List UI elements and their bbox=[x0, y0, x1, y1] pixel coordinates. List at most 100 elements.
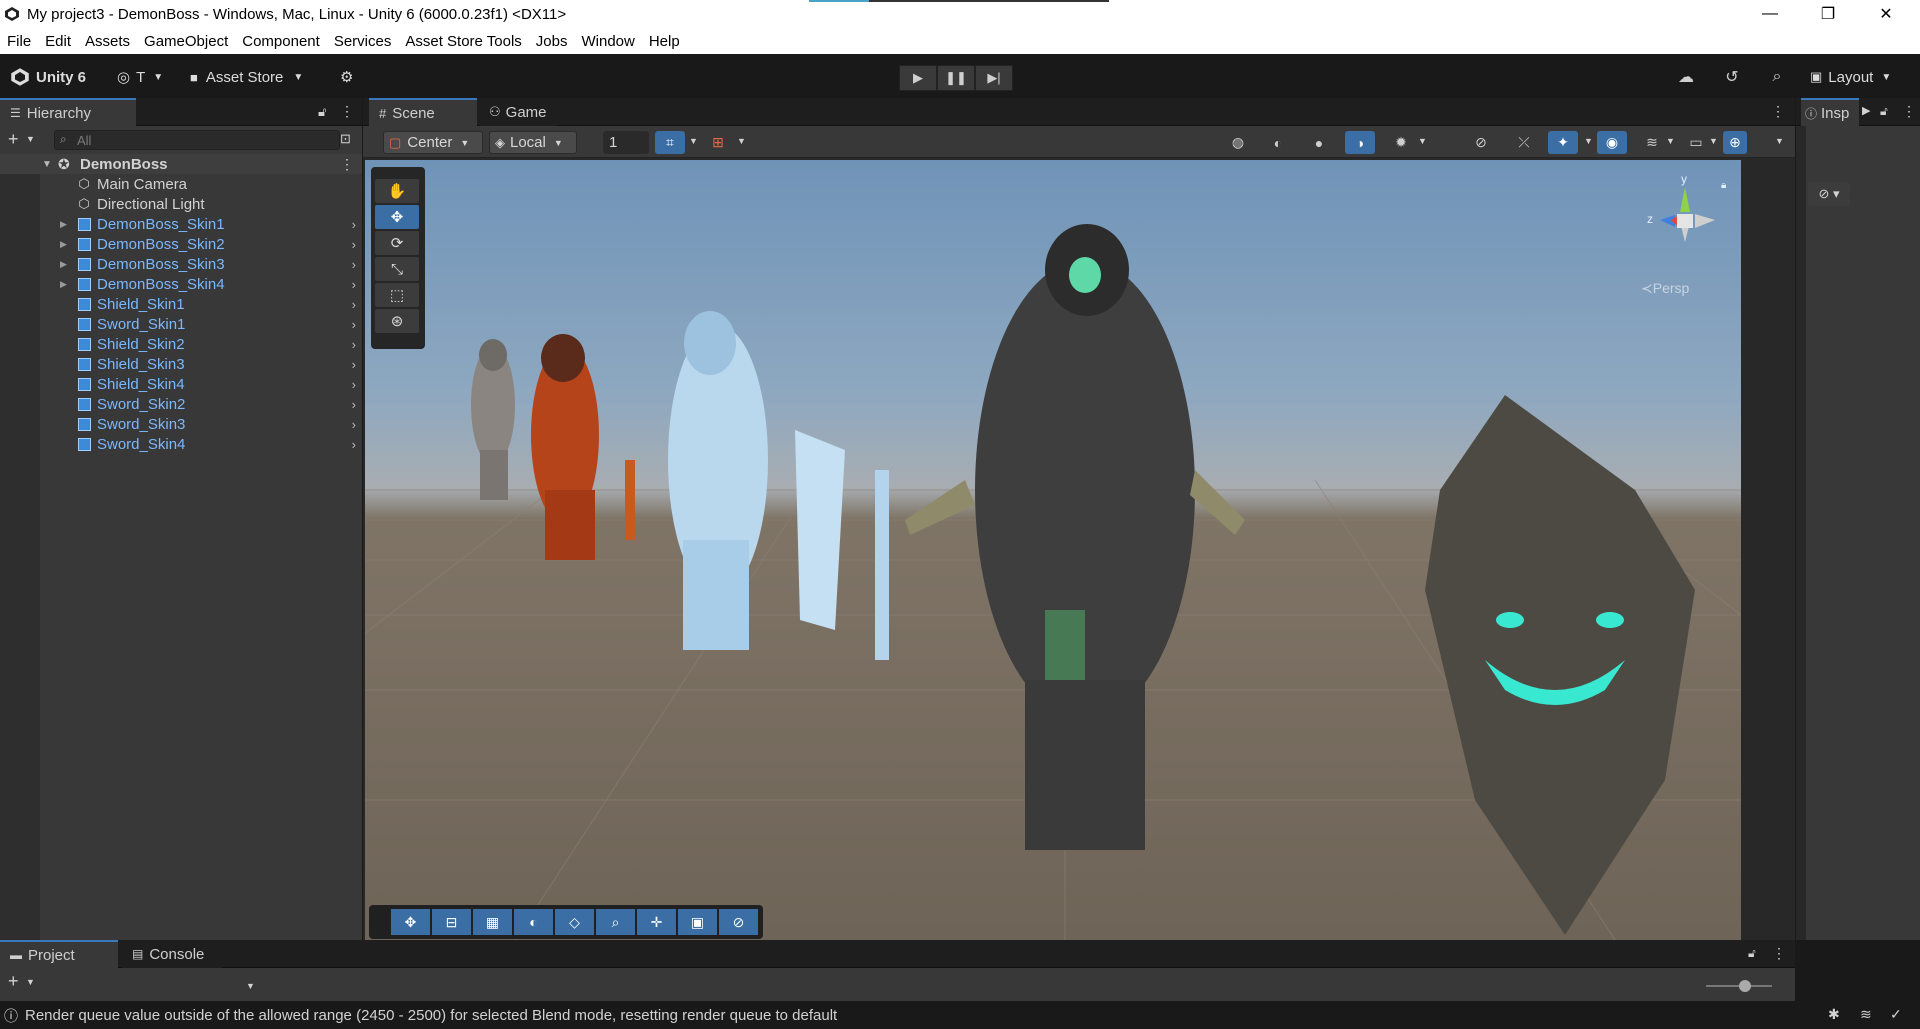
chevron-down-icon[interactable]: ▼ bbox=[1584, 136, 1593, 146]
shaded-icon[interactable]: ● bbox=[1304, 131, 1334, 154]
tab-scene[interactable]: # Scene bbox=[369, 98, 477, 126]
menu-window[interactable]: Window bbox=[581, 33, 634, 50]
lighting-toggle-icon[interactable]: ⤫ bbox=[1509, 131, 1539, 154]
surface-snap-icon[interactable]: ◇ bbox=[555, 909, 594, 935]
menu-services[interactable]: Services bbox=[334, 33, 392, 50]
chevron-right-icon[interactable]: › bbox=[352, 437, 356, 452]
rect-tool-icon[interactable]: ⬚ bbox=[375, 283, 419, 307]
unity-version-button[interactable]: Unity 6 bbox=[10, 66, 86, 88]
hierarchy-row[interactable]: Sword_Skin3 › bbox=[0, 414, 362, 434]
2d-toggle-icon[interactable]: ⊘ bbox=[1466, 131, 1496, 154]
hierarchy-row[interactable]: ▶ DemonBoss_Skin4 › bbox=[0, 274, 362, 294]
expand-arrow-icon[interactable]: ▶ bbox=[60, 239, 67, 250]
play-arrow-icon[interactable]: ▶ bbox=[1862, 104, 1870, 117]
kebab-menu-icon[interactable]: ⋮ bbox=[1902, 103, 1916, 120]
chevron-down-icon[interactable]: ▼ bbox=[1418, 136, 1427, 146]
tab-hierarchy[interactable]: ☰ Hierarchy bbox=[0, 98, 136, 126]
layers-icon[interactable]: ≋ bbox=[1637, 131, 1667, 154]
orientation-gizmo[interactable]: y z 🔒︎ bbox=[1635, 172, 1735, 282]
status-message[interactable]: Render queue value outside of the allowe… bbox=[25, 1007, 837, 1024]
hierarchy-row[interactable]: Shield_Skin3 › bbox=[0, 354, 362, 374]
hand-tool-icon[interactable]: ✋ bbox=[375, 179, 419, 203]
warning-icon[interactable]: ⓘ bbox=[4, 1006, 18, 1026]
expand-arrow-icon[interactable]: ▶ bbox=[60, 279, 67, 290]
projection-toggle[interactable]: ≺Persp bbox=[1641, 280, 1689, 297]
menu-file[interactable]: File bbox=[7, 33, 31, 50]
layers-icon[interactable]: ≋ bbox=[1860, 1006, 1872, 1023]
check-icon[interactable]: ✓ bbox=[1890, 1006, 1902, 1023]
step-icon[interactable]: ▶| bbox=[975, 65, 1013, 91]
pivot-icon[interactable]: ✛ bbox=[637, 909, 676, 935]
space-dropdown[interactable]: ◈ Local ▼ bbox=[489, 131, 577, 154]
chevron-right-icon[interactable]: › bbox=[352, 397, 356, 412]
menu-asset-store-tools[interactable]: Asset Store Tools bbox=[405, 33, 521, 50]
lock-icon[interactable]: 🔓︎ bbox=[318, 104, 326, 120]
restore-button[interactable]: ❐ bbox=[1800, 0, 1856, 28]
rotate-icon[interactable]: ◐ bbox=[514, 909, 553, 935]
grid-snap-icon[interactable]: ⌗ bbox=[655, 131, 685, 154]
grid-visibility-icon[interactable]: ⊞ bbox=[703, 131, 733, 154]
chevron-down-icon[interactable]: ▼ bbox=[1775, 136, 1784, 146]
scale-tool-icon[interactable]: ⤡ bbox=[375, 257, 419, 281]
expand-arrow-icon[interactable]: ▼ bbox=[42, 159, 52, 170]
kebab-menu-icon[interactable]: ⋮ bbox=[340, 156, 354, 173]
lock-icon[interactable]: 🔓︎ bbox=[1880, 104, 1888, 119]
close-button[interactable]: ✕ bbox=[1858, 0, 1914, 28]
scene-search-icon[interactable]: ⊡ bbox=[340, 131, 351, 147]
rotate-tool-icon[interactable]: ⟳ bbox=[375, 231, 419, 255]
tab-console[interactable]: ▤ Console bbox=[122, 940, 222, 968]
hierarchy-row[interactable]: ⬡ Main Camera bbox=[0, 174, 362, 194]
hierarchy-row[interactable]: Shield_Skin2 › bbox=[0, 334, 362, 354]
grid-snap-input[interactable]: 1 bbox=[603, 131, 649, 154]
chevron-right-icon[interactable]: › bbox=[352, 237, 356, 252]
zoom-icon[interactable]: ⌕ bbox=[596, 909, 635, 935]
pivot-dropdown[interactable]: ▢ Center ▼ bbox=[383, 131, 483, 154]
lock-icon[interactable]: 🔓︎ bbox=[1748, 946, 1756, 961]
add-icon[interactable]: + bbox=[8, 129, 19, 150]
scene-camera-icon[interactable]: ▣ bbox=[678, 909, 717, 935]
chevron-down-icon[interactable]: ▼ bbox=[1709, 136, 1718, 146]
scene-root-row[interactable]: ▼ ✪ DemonBoss ⋮ bbox=[0, 154, 362, 174]
grid-toggle-icon[interactable]: ▦ bbox=[473, 909, 512, 935]
account-dropdown[interactable]: ◎ T ▼ bbox=[117, 66, 163, 88]
menu-component[interactable]: Component bbox=[242, 33, 320, 50]
chevron-right-icon[interactable]: › bbox=[352, 317, 356, 332]
chevron-right-icon[interactable]: › bbox=[352, 297, 356, 312]
chevron-right-icon[interactable]: › bbox=[352, 417, 356, 432]
overlay-menu-icon[interactable]: ⊘ ▾ bbox=[1808, 182, 1850, 206]
chevron-down-icon[interactable]: ▼ bbox=[689, 136, 698, 146]
orbit-move-icon[interactable]: ✥ bbox=[391, 909, 430, 935]
history-icon[interactable]: ↺ bbox=[1720, 66, 1744, 88]
hierarchy-row[interactable]: Shield_Skin1 › bbox=[0, 294, 362, 314]
chevron-down-icon[interactable]: ▼ bbox=[26, 134, 35, 144]
unlit-shading-icon[interactable]: ◑ bbox=[1345, 131, 1375, 154]
expand-arrow-icon[interactable]: ▶ bbox=[60, 219, 67, 230]
chevron-right-icon[interactable]: › bbox=[352, 357, 356, 372]
hierarchy-search-input[interactable]: ⌕ All bbox=[54, 130, 340, 150]
cloud-icon[interactable]: ☁ bbox=[1674, 66, 1698, 88]
chevron-down-icon[interactable]: ▼ bbox=[246, 981, 255, 991]
hierarchy-row[interactable]: ▶ DemonBoss_Skin2 › bbox=[0, 234, 362, 254]
wireframe-shading-icon[interactable]: ◍ bbox=[1223, 131, 1253, 154]
expand-arrow-icon[interactable]: ▶ bbox=[60, 259, 67, 270]
visibility-eye-icon[interactable]: ◉ bbox=[1597, 131, 1627, 154]
settings-gear-icon[interactable]: ⚙ bbox=[340, 66, 353, 88]
chevron-right-icon[interactable]: › bbox=[352, 217, 356, 232]
hierarchy-row[interactable]: Sword_Skin1 › bbox=[0, 314, 362, 334]
chevron-down-icon[interactable]: ▼ bbox=[26, 977, 35, 987]
layout-dropdown[interactable]: ▣ Layout ▼ bbox=[1810, 66, 1891, 88]
tab-inspector[interactable]: ⓘ Insp bbox=[1801, 98, 1859, 126]
tab-game[interactable]: ⚇ Game bbox=[479, 98, 557, 126]
add-icon[interactable]: + bbox=[8, 971, 19, 992]
search-icon[interactable]: ⌕ bbox=[1765, 66, 1789, 88]
hierarchy-row[interactable]: ⬡ Directional Light bbox=[0, 194, 362, 214]
gizmo-lock-icon[interactable]: 🔒︎ bbox=[1721, 180, 1726, 191]
chevron-down-icon[interactable]: ▼ bbox=[1666, 136, 1675, 146]
menu-gameobject[interactable]: GameObject bbox=[144, 33, 228, 50]
chevron-right-icon[interactable]: › bbox=[352, 337, 356, 352]
zoom-slider-handle[interactable] bbox=[1739, 980, 1751, 992]
pause-icon[interactable]: ❚❚ bbox=[937, 65, 975, 91]
move-tool-icon[interactable]: ✥ bbox=[375, 205, 419, 229]
scene-viewport[interactable]: ✋ ✥ ⟳ ⤡ ⬚ ⊛ y z 🔒︎ ≺Persp ✥ ⊟ ▦ ◐ ◇ ⌕ ✛ … bbox=[365, 160, 1741, 940]
hierarchy-row[interactable]: Sword_Skin4 › bbox=[0, 434, 362, 454]
